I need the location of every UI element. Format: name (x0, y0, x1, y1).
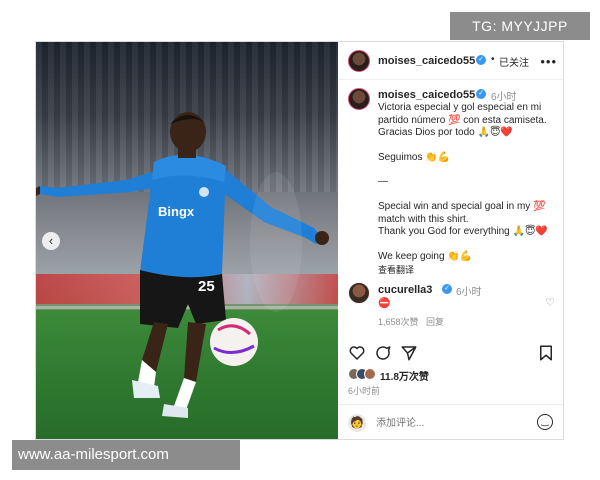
caption-avatar[interactable] (348, 88, 370, 110)
follow-status[interactable]: 已关注 (499, 54, 529, 69)
liker-avatar (364, 368, 376, 380)
author-avatar[interactable] (348, 50, 370, 72)
player-illustration (36, 112, 329, 418)
comment-input[interactable] (376, 414, 526, 432)
caption-text: Victoria especial y gol especial en mi p… (378, 102, 560, 277)
verified-badge-icon: ✓ (476, 55, 486, 65)
comment-likes[interactable]: 1,658次赞 (378, 315, 419, 328)
likes-row: 11.8万次赞 (348, 368, 555, 383)
likes-count[interactable]: 11.8万次赞 (380, 368, 429, 383)
bookmark-icon[interactable] (537, 344, 555, 362)
jersey-sponsor: Bingx (158, 204, 195, 219)
user-avatar-icon: 🧑 (348, 414, 366, 432)
post-sidebar: moises_caicedo55 ✓ • 已关注 ••• moises_caic… (338, 42, 563, 439)
verified-badge-icon: ✓ (476, 89, 486, 99)
verified-badge-icon: ✓ (442, 284, 452, 294)
commenter-username[interactable]: cucurella3 (378, 284, 432, 296)
post-header: moises_caicedo55 ✓ • 已关注 ••• (338, 42, 563, 80)
comment-icon[interactable] (374, 344, 392, 362)
shorts-number: 25 (198, 278, 215, 295)
comment-reply-button[interactable]: 回复 (426, 315, 444, 328)
comment-input-bar: 🧑 ‿ (338, 404, 563, 439)
post-photo[interactable]: Bingx 25 ‹ (36, 42, 338, 439)
carousel-indicator (36, 430, 338, 439)
caption-line: — (378, 176, 388, 188)
comment-text: ⛔ (378, 298, 391, 309)
translate-link[interactable]: 查看翻译 (378, 264, 560, 277)
chevron-left-icon: ‹ (48, 233, 54, 248)
caption-line: Special win and special goal in my 💯 mat… (378, 200, 546, 225)
instagram-post: Bingx 25 ‹ moises_caicedo55 ✓ • 已关注 ••• … (35, 41, 564, 440)
comment-time: 6小时 (456, 287, 482, 298)
send-icon[interactable] (400, 344, 418, 362)
caption-username[interactable]: moises_caicedo55 (378, 89, 475, 101)
author-username[interactable]: moises_caicedo55 (378, 55, 475, 67)
comment-heart-icon[interactable]: ♡ (545, 296, 555, 309)
caption-line: Seguimos 👏💪 (378, 151, 451, 163)
caption-line: Victoria especial y gol especial en mi p… (378, 102, 547, 126)
watermark-top: TG: MYYJJPP (450, 12, 590, 40)
post-time: 6小时前 (348, 386, 381, 396)
screenshot-canvas: Bingx 25 ‹ moises_caicedo55 ✓ • 已关注 ••• … (0, 0, 600, 480)
carousel-prev-button[interactable]: ‹ (42, 232, 60, 250)
caption-line: Thank you God for everything 🙏😇❤️ (378, 226, 548, 238)
caption-line: We keep going 👏💪 (378, 250, 473, 262)
caption-time: 6小时 (491, 92, 517, 103)
caption-line: Gracias Dios por todo 🙏😇❤️ (378, 127, 513, 139)
commenter-avatar[interactable] (348, 282, 370, 304)
post-actions (348, 344, 555, 364)
header-separator: • (491, 54, 495, 65)
smiley-icon[interactable]: ‿ (537, 414, 553, 430)
more-horizontal-icon[interactable]: ••• (540, 54, 557, 69)
heart-icon[interactable] (348, 344, 366, 362)
watermark-bottom: www.aa-milesport.com (12, 440, 240, 470)
